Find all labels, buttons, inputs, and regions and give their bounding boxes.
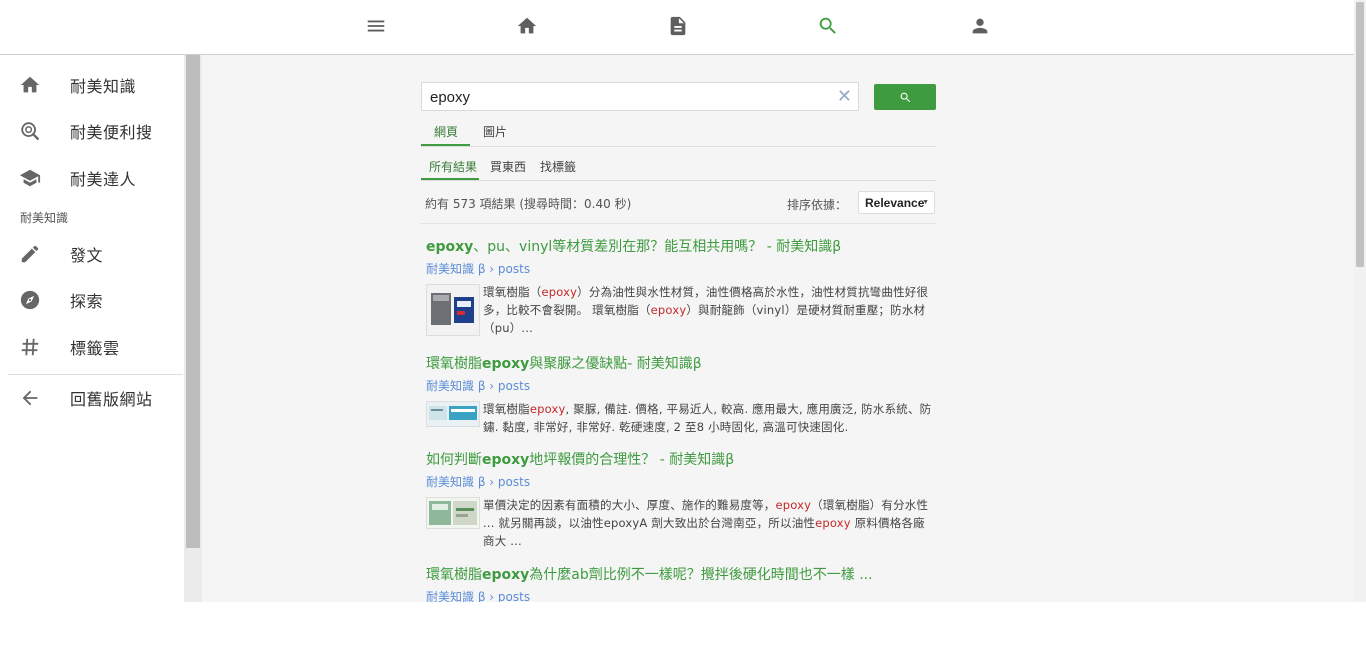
search-globe-icon: [18, 119, 42, 143]
refine-all-results[interactable]: 所有結果: [429, 158, 477, 175]
result-title[interactable]: epoxy、pu、vinyl等材質差別在那？能互相共用嗎？ - 耐美知識β: [426, 236, 936, 256]
sidebar-item-tag-cloud[interactable]: 標籤雲: [8, 327, 183, 367]
result-count: 約有 573 項結果 (搜尋時間：0.40 秒): [425, 197, 632, 211]
sidebar-item-old-site[interactable]: 回舊版網站: [8, 378, 183, 418]
highlighted-term: epoxy: [482, 567, 530, 583]
search-button[interactable]: [874, 84, 936, 110]
sidebar-item-label: 探索: [70, 292, 104, 311]
search-result: 環氧樹脂epoxy與聚脲之優缺點- 耐美知識β 耐美知識 β › posts 環…: [426, 353, 936, 436]
highlighted-term: epoxy: [541, 285, 578, 299]
sidebar-item-convenient-search[interactable]: 耐美便利搜: [8, 111, 183, 151]
sidebar-item-label: 耐美便利搜: [70, 123, 153, 142]
menu-icon[interactable]: [362, 12, 390, 40]
search-box: ✕: [421, 82, 859, 111]
text-segment: 為什麼ab劑比例不一樣呢？攪拌後硬化時間也不一樣 ...: [529, 567, 873, 583]
highlighted-term: epoxy: [426, 239, 474, 255]
hashtag-icon: [18, 335, 42, 359]
sidebar: 耐美知識 耐美便利搜 耐美達人 耐美知識 發文 探索 標籤雲 回舊版網站: [0, 55, 184, 602]
highlighted-term: epoxy: [775, 498, 812, 512]
sidebar-item-label: 耐美達人: [70, 170, 137, 189]
active-refinement-indicator: [421, 178, 479, 180]
result-thumbnail[interactable]: [426, 284, 480, 336]
document-icon[interactable]: [664, 12, 692, 40]
graduation-cap-icon: [18, 166, 42, 190]
result-url[interactable]: 耐美知識 β › posts: [426, 260, 936, 277]
result-url[interactable]: 耐美知識 β › posts: [426, 377, 936, 394]
result-thumbnail[interactable]: [426, 401, 480, 427]
search-result: 環氧樹脂epoxy為什麼ab劑比例不一樣呢？攪拌後硬化時間也不一樣 ... 耐美…: [426, 564, 936, 605]
sidebar-item-experts[interactable]: 耐美達人: [8, 158, 183, 198]
text-segment: 與聚脲之優缺點- 耐美知識β: [529, 356, 702, 372]
tab-web[interactable]: 網頁: [434, 123, 458, 140]
sidebar-item-explore[interactable]: 探索: [8, 280, 183, 320]
text-segment: 環氧樹脂（: [483, 285, 542, 299]
sidebar-item-post[interactable]: 發文: [8, 234, 183, 274]
page-scrollbar[interactable]: [1354, 0, 1366, 602]
search-result: 如何判斷epoxy地坪報價的合理性？ - 耐美知識β 耐美知識 β › post…: [426, 449, 936, 550]
caret-down-icon: ▼: [922, 199, 929, 206]
search-results-area: ✕ 網頁 圖片 所有結果 買東西 找標籤 約有 573 項結果 (搜尋時間：0.…: [202, 55, 1354, 605]
person-icon[interactable]: [966, 12, 994, 40]
result-snippet: 單價決定的因素有面積的大小、厚度、施作的難易度等，epoxy（環氧樹脂）有分水性…: [483, 496, 936, 550]
result-title[interactable]: 環氧樹脂epoxy為什麼ab劑比例不一樣呢？攪拌後硬化時間也不一樣 ...: [426, 564, 936, 584]
divider: [421, 223, 936, 224]
close-icon[interactable]: ✕: [837, 86, 852, 107]
sidebar-scrollbar[interactable]: [184, 55, 202, 602]
sidebar-divider: [8, 374, 183, 375]
sidebar-item-label: 標籤雲: [70, 339, 120, 358]
sort-select[interactable]: Relevance ▼: [858, 191, 935, 214]
refine-shopping[interactable]: 買東西: [490, 158, 526, 175]
highlighted-term: epoxy: [650, 303, 687, 317]
result-title[interactable]: 如何判斷epoxy地坪報價的合理性？ - 耐美知識β: [426, 449, 936, 469]
result-url[interactable]: 耐美知識 β › posts: [426, 473, 936, 490]
page-scrollbar-thumb[interactable]: [1356, 2, 1364, 267]
text-segment: 、pu、vinyl等材質差別在那？能互相共用嗎？ - 耐美知識β: [473, 239, 842, 255]
search-input[interactable]: [430, 87, 830, 107]
home-icon: [18, 73, 42, 97]
text-segment: 地坪報價的合理性？ - 耐美知識β: [529, 452, 735, 468]
pencil-icon: [18, 242, 42, 266]
highlighted-term: epoxy: [815, 516, 851, 530]
text-segment: 如何判斷: [426, 452, 482, 468]
result-snippet: 環氧樹脂epoxy, 聚脲, 備註. 價格, 平易近人, 較高. 應用最大, 應…: [483, 400, 936, 436]
compass-icon: [18, 288, 42, 312]
sidebar-item-label: 回舊版網站: [70, 390, 153, 409]
text-segment: 環氧樹脂: [426, 567, 482, 583]
sidebar-item-knowledge[interactable]: 耐美知識: [8, 65, 183, 105]
arrow-left-icon: [18, 386, 42, 410]
sort-label: 排序依據：: [787, 198, 848, 212]
text-segment: 環氧樹脂: [483, 402, 530, 416]
result-type-tabs: 網頁 圖片: [421, 118, 936, 147]
sidebar-scrollbar-thumb[interactable]: [186, 55, 200, 548]
highlighted-term: epoxy: [482, 452, 530, 468]
active-tab-indicator: [421, 144, 470, 146]
result-title[interactable]: 環氧樹脂epoxy與聚脲之優缺點- 耐美知識β: [426, 353, 936, 373]
top-app-bar: [0, 0, 1354, 55]
result-thumbnail[interactable]: [426, 497, 480, 529]
refinement-tabs: 所有結果 買東西 找標籤: [421, 152, 936, 181]
sidebar-item-label: 耐美知識: [70, 77, 137, 96]
refine-find-tags[interactable]: 找標籤: [540, 158, 576, 175]
search-icon[interactable]: [814, 12, 842, 40]
bottom-area: [0, 602, 1366, 646]
highlighted-term: epoxy: [529, 402, 566, 416]
search-result: epoxy、pu、vinyl等材質差別在那？能互相共用嗎？ - 耐美知識β 耐美…: [426, 236, 936, 337]
highlighted-term: epoxy: [482, 356, 530, 372]
search-icon: [900, 92, 910, 102]
sidebar-item-label: 發文: [70, 246, 104, 265]
text-segment: 單價決定的因素有面積的大小、厚度、施作的難易度等，: [483, 498, 776, 512]
text-segment: 環氧樹脂: [426, 356, 482, 372]
result-snippet: 環氧樹脂（epoxy）分為油性與水性材質，油性價格高於水性，油性材質抗彎曲性好很…: [483, 283, 936, 337]
tab-images[interactable]: 圖片: [483, 123, 507, 140]
sort-select-value: Relevance: [865, 195, 925, 210]
sidebar-section-title: 耐美知識: [20, 211, 69, 225]
home-icon[interactable]: [513, 12, 541, 40]
